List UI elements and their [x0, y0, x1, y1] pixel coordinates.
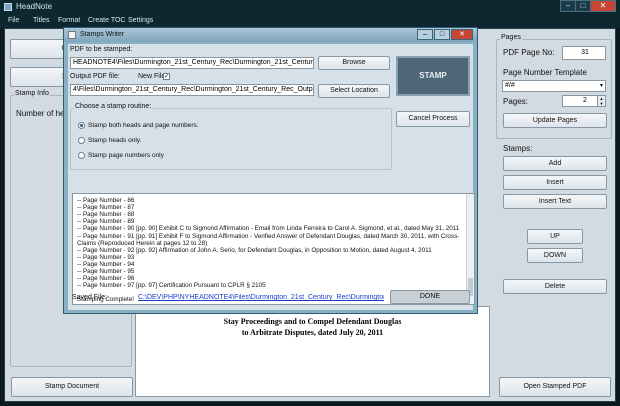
log-line: -- Page Number - 94 [77, 260, 135, 268]
stamp-button[interactable]: STAMP [396, 56, 470, 96]
log-line: -- Page Number - 95 [77, 268, 135, 275]
minimize-icon[interactable]: – [560, 0, 576, 12]
dialog-minimize-icon[interactable]: – [417, 29, 433, 40]
app-icon [4, 3, 12, 11]
dialog-icon [68, 31, 76, 39]
menu-bar: File Titles Format Create TOC Settings [0, 14, 620, 28]
move-down-button[interactable]: DOWN [527, 248, 583, 263]
stamps-writer-dialog: Stamps Writer – □ ✕ PDF to be stamped: H… [63, 27, 478, 314]
log-line: -- Page Number - 86 [77, 197, 135, 204]
dialog-title-bar: Stamps Writer – □ ✕ [64, 28, 477, 42]
menu-titles[interactable]: Titles [33, 17, 49, 24]
routine-radio-page-numbers[interactable] [78, 152, 85, 159]
main-window-title: HeadNote [16, 2, 53, 11]
output-file-label: Output PDF file: [70, 73, 120, 80]
pages-count-value: 2 [583, 97, 587, 104]
preview-line: to Arbitrate Disputes, dated July 20, 20… [241, 328, 384, 337]
done-button[interactable]: DONE [390, 290, 470, 304]
menu-create-toc[interactable]: Create TOC [88, 17, 125, 24]
log-line: -- Page Number - 92 [pp. 92] Affirmation… [77, 246, 432, 254]
pages-count-stepper[interactable]: 2 ▲ ▼ [562, 95, 606, 107]
insert-stamp-button[interactable]: Insert [503, 175, 607, 190]
log-line: -- Page Number - 96 [77, 275, 135, 283]
pdf-page-no-input[interactable]: 31 [562, 46, 606, 60]
chevron-down-icon[interactable]: ▾ [600, 81, 603, 91]
cancel-process-button[interactable]: Cancel Process [396, 111, 470, 127]
saved-file-label: Saved File: [72, 294, 108, 301]
select-location-button[interactable]: Select Location [318, 84, 390, 98]
dialog-close-icon[interactable]: ✕ [451, 29, 473, 40]
page-template-value: #/# [505, 82, 515, 89]
routine-radio-heads[interactable] [78, 137, 85, 144]
maximize-icon[interactable]: □ [575, 0, 591, 12]
log-line: -- Page Number - 89 [77, 218, 135, 226]
progress-log[interactable]: -- Page Number - 86 -- Page Number - 87 --… [72, 193, 475, 305]
new-file-label: New File [138, 73, 166, 80]
pages-group-label: Pages [500, 34, 522, 41]
update-pages-button[interactable]: Update Pages [503, 113, 607, 128]
pdf-preview[interactable]: Stay Proceedings and to Compel Defendant… [135, 306, 490, 397]
new-file-checkbox[interactable]: ✓ [163, 73, 170, 80]
page-template-select[interactable]: #/# ▾ [502, 80, 606, 92]
routine-option-label: Stamp heads only. [88, 137, 142, 144]
page-template-label: Page Number Template [503, 68, 587, 77]
log-line: -- Page Number - 90 [pp. 90] Exhibit C t… [77, 225, 460, 233]
browse-button[interactable]: Browse [318, 56, 390, 70]
stamp-document-button[interactable]: Stamp Document [11, 377, 133, 397]
main-title-bar: HeadNote – □ ✕ [0, 0, 620, 14]
menu-settings[interactable]: Settings [128, 17, 153, 24]
log-line: -- Page Number - 91 [pp. 91] Exhibit F t… [77, 232, 460, 240]
move-up-button[interactable]: UP [527, 229, 583, 244]
menu-format[interactable]: Format [58, 17, 80, 24]
routine-option-label: Stamp page numbers only [88, 152, 164, 159]
log-line: -- Page Number - 97 [pp. 97] Certificati… [77, 282, 266, 290]
stamps-label: Stamps: [503, 144, 533, 153]
open-stamped-pdf-button[interactable]: Open Stamped PDF [499, 377, 611, 397]
insert-text-button[interactable]: Insert Text [503, 194, 607, 209]
pdf-to-stamp-input[interactable]: HEADNOTE4\Files\Durmington_21st_Century_… [70, 57, 314, 69]
add-stamp-button[interactable]: Add [503, 156, 607, 171]
pages-count-label: Pages: [503, 97, 528, 106]
preview-line: Stay Proceedings and to Compel Defendant… [223, 317, 402, 326]
dialog-title: Stamps Writer [80, 31, 125, 38]
saved-file-link[interactable]: C:\DEV\PHP\NYHEADNOTE4\Files\Durmington_… [138, 294, 384, 301]
routine-option-label: Stamp both heads and page numbers. [88, 122, 199, 129]
log-line: -- Page Number - 87 [77, 204, 135, 212]
close-icon[interactable]: ✕ [590, 0, 616, 12]
routine-radio-both[interactable] [78, 122, 85, 129]
pdf-page-no-label: PDF Page No: [503, 48, 555, 57]
menu-file[interactable]: File [8, 17, 19, 24]
log-line: Claims (Reproduced Herein at pages 12 to… [77, 239, 208, 247]
dialog-body: PDF to be stamped: HEADNOTE4\Files\Durmi… [68, 44, 475, 310]
log-line: -- Page Number - 93 [77, 253, 135, 261]
log-line: -- Page Number - 88 [77, 211, 135, 219]
output-file-input[interactable]: 4\Files\Durmington_21st_Century_Rec\Durm… [70, 84, 314, 96]
pdf-to-stamp-label: PDF to be stamped: [70, 46, 133, 53]
stamp-routine-label: Choose a stamp routine: [74, 103, 153, 110]
delete-stamp-button[interactable]: Delete [503, 279, 607, 294]
spin-down-icon[interactable]: ▼ [597, 101, 605, 106]
stamp-info-label: Stamp Info [14, 90, 50, 97]
dialog-maximize-icon[interactable]: □ [434, 29, 450, 40]
log-scrollbar[interactable] [466, 194, 474, 304]
